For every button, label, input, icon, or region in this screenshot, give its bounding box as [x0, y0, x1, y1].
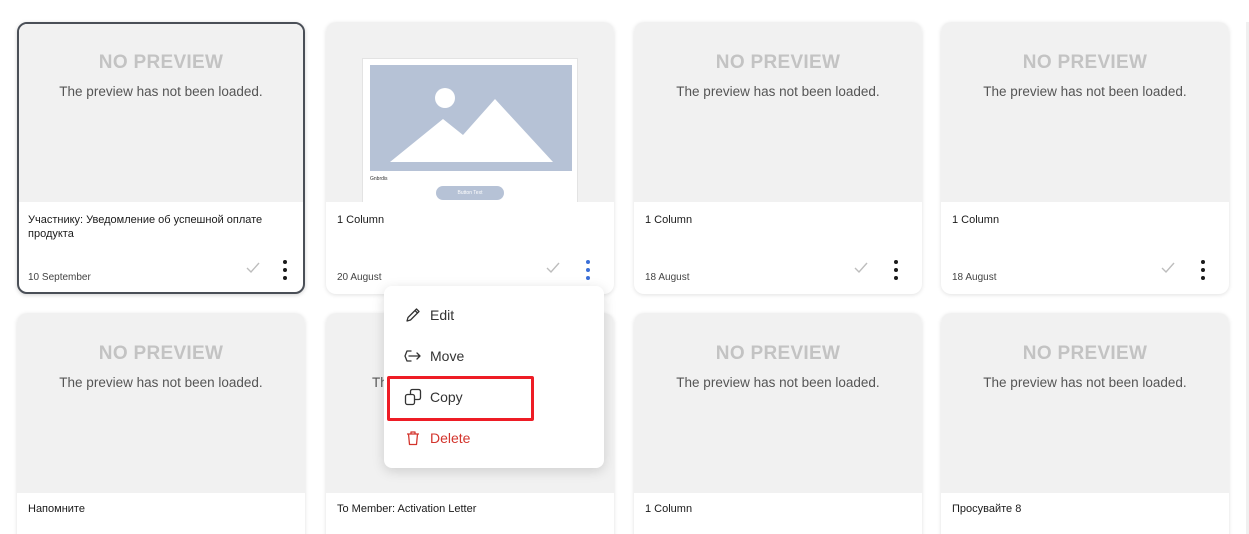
menu-item-edit[interactable]: Edit	[404, 303, 584, 327]
preview-area: Gnbrdis Button Text	[326, 22, 614, 202]
template-card[interactable]: NO PREVIEW The preview has not been load…	[634, 22, 922, 294]
card-title: 1 Column	[645, 214, 693, 226]
preview-area: NO PREVIEW The preview has not been load…	[634, 22, 922, 202]
thumbnail-brand: Gnbrdis	[370, 176, 388, 182]
no-preview-title: NO PREVIEW	[98, 52, 224, 73]
card-title: Просувайте 8	[952, 503, 1022, 515]
card-date: 18 August	[952, 272, 997, 283]
template-card[interactable]: NO PREVIEW The preview has not been load…	[634, 313, 922, 534]
no-preview-title: NO PREVIEW	[1022, 52, 1148, 73]
card-title: 1 Column	[337, 214, 385, 226]
preview-area: NO PREVIEW The preview has not been load…	[634, 313, 922, 493]
menu-item-label: Edit	[430, 307, 455, 323]
no-preview-title: NO PREVIEW	[715, 343, 841, 364]
card-title: Участнику: Уведомление об успешной оплат…	[28, 214, 263, 240]
menu-item-label: Copy	[430, 389, 463, 405]
template-card[interactable]: NO PREVIEW The preview has not been load…	[941, 22, 1229, 294]
check-icon[interactable]	[854, 262, 868, 274]
more-options-icon[interactable]	[1200, 260, 1206, 280]
card-title: Напомните	[28, 503, 85, 515]
preview-area: NO PREVIEW The preview has not been load…	[17, 313, 305, 493]
card-title: 1 Column	[952, 214, 1000, 226]
no-preview-subtitle: The preview has not been loaded.	[59, 375, 263, 390]
menu-item-copy[interactable]: Copy	[404, 385, 584, 409]
trash-icon	[404, 429, 422, 447]
menu-item-label: Move	[430, 348, 465, 364]
no-preview-title: NO PREVIEW	[1022, 343, 1148, 364]
preview-area: NO PREVIEW The preview has not been load…	[941, 313, 1229, 493]
card-title: To Member: Activation Letter	[337, 503, 477, 515]
template-card[interactable]: NO PREVIEW The preview has not been load…	[17, 313, 305, 534]
more-options-icon[interactable]	[585, 260, 591, 280]
no-preview-subtitle: The preview has not been loaded.	[983, 375, 1187, 390]
no-preview-subtitle: The preview has not been loaded.	[676, 84, 880, 99]
no-preview-title: NO PREVIEW	[98, 343, 224, 364]
check-icon[interactable]	[546, 262, 560, 274]
check-icon[interactable]	[246, 262, 260, 274]
context-menu: Edit Move Copy Delete	[384, 286, 604, 468]
preview-area: NO PREVIEW The preview has not been load…	[941, 22, 1229, 202]
card-date: 20 August	[337, 272, 382, 283]
template-card[interactable]: Gnbrdis Button Text 1 Column 20 August	[326, 22, 614, 294]
template-card[interactable]: NO PREVIEW The preview has not been load…	[941, 313, 1229, 534]
copy-icon	[404, 388, 422, 406]
template-card[interactable]: NO PREVIEW The preview has not been load…	[17, 22, 305, 294]
no-preview-subtitle: The preview has not been loaded.	[983, 84, 1187, 99]
move-icon	[404, 347, 422, 365]
pencil-icon	[404, 306, 422, 324]
menu-item-move[interactable]: Move	[404, 344, 584, 368]
template-thumbnail: Gnbrdis Button Text	[362, 58, 578, 202]
check-icon[interactable]	[1161, 262, 1175, 274]
menu-item-delete[interactable]: Delete	[404, 426, 584, 450]
card-date: 18 August	[645, 272, 690, 283]
more-options-icon[interactable]	[893, 260, 899, 280]
preview-area: NO PREVIEW The preview has not been load…	[19, 24, 303, 202]
thumbnail-button: Button Text	[436, 186, 504, 200]
more-options-icon[interactable]	[282, 260, 288, 280]
menu-item-label: Delete	[430, 430, 471, 446]
card-title: 1 Column	[645, 503, 693, 515]
image-placeholder-icon	[370, 65, 572, 171]
no-preview-title: NO PREVIEW	[715, 52, 841, 73]
no-preview-subtitle: The preview has not been loaded.	[59, 84, 263, 99]
no-preview-subtitle: The preview has not been loaded.	[676, 375, 880, 390]
card-date: 10 September	[28, 272, 91, 283]
